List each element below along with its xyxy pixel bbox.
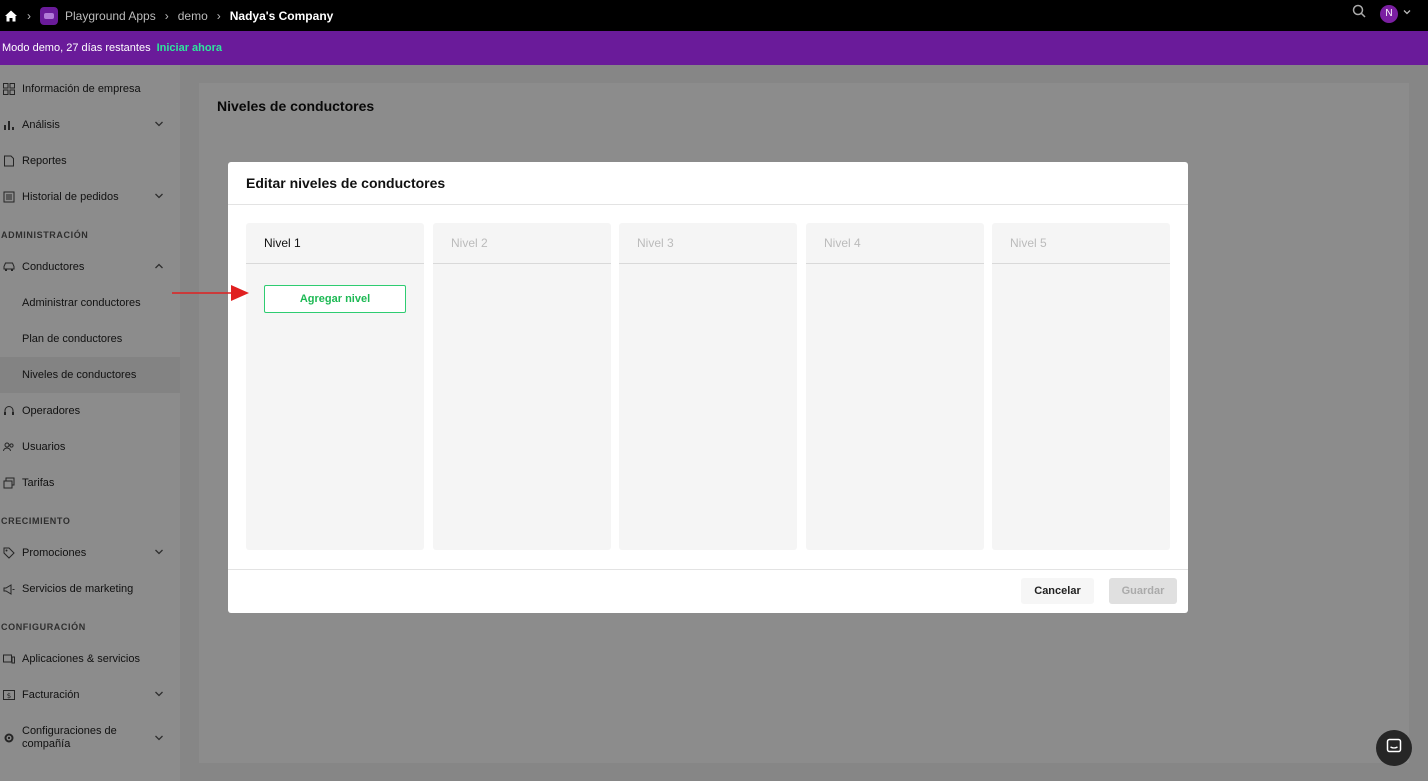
app-logo-icon xyxy=(40,6,58,25)
chat-widget-button[interactable] xyxy=(1376,730,1412,766)
chevron-down-icon[interactable] xyxy=(1402,7,1412,20)
modal-title: Editar niveles de conductores xyxy=(246,175,446,191)
breadcrumb-app[interactable]: Playground Apps xyxy=(65,9,156,23)
demo-text: Modo demo, 27 días restantes xyxy=(2,42,151,54)
level-header: Nivel 5 xyxy=(992,223,1170,264)
divider xyxy=(228,204,1188,205)
start-now-link[interactable]: Iniciar ahora xyxy=(157,42,222,54)
chevron-right-icon: › xyxy=(216,8,221,23)
level-header: Nivel 4 xyxy=(806,223,984,264)
level-column-3: Nivel 3 xyxy=(619,223,797,550)
divider xyxy=(228,569,1188,570)
user-menu[interactable]: N xyxy=(1380,4,1412,23)
topbar-actions: N xyxy=(1352,4,1412,23)
annotation-arrow-icon xyxy=(172,285,249,301)
demo-banner: Modo demo, 27 días restantes Iniciar aho… xyxy=(0,31,1428,65)
level-column-5: Nivel 5 xyxy=(992,223,1170,550)
home-icon[interactable] xyxy=(4,9,18,23)
search-icon[interactable] xyxy=(1352,4,1366,23)
level-header: Nivel 3 xyxy=(619,223,797,264)
level-column-2: Nivel 2 xyxy=(433,223,611,550)
save-button[interactable]: Guardar xyxy=(1109,578,1177,604)
avatar[interactable]: N xyxy=(1380,4,1398,23)
breadcrumb-company[interactable]: Nadya's Company xyxy=(230,9,334,23)
edit-levels-modal: Editar niveles de conductores Nivel 1 Ag… xyxy=(228,162,1188,613)
level-header[interactable]: Nivel 1 xyxy=(246,223,424,264)
cancel-button[interactable]: Cancelar xyxy=(1021,578,1094,604)
chevron-right-icon: › xyxy=(164,8,169,23)
breadcrumb: › Playground Apps › demo › Nadya's Compa… xyxy=(4,6,334,25)
top-bar: › Playground Apps › demo › Nadya's Compa… xyxy=(0,0,1428,31)
chevron-right-icon: › xyxy=(27,8,31,23)
level-column-1: Nivel 1 Agregar nivel xyxy=(246,223,424,550)
chat-icon xyxy=(1386,738,1402,759)
add-level-button[interactable]: Agregar nivel xyxy=(264,285,406,313)
level-header: Nivel 2 xyxy=(433,223,611,264)
breadcrumb-env[interactable]: demo xyxy=(178,9,208,23)
level-column-4: Nivel 4 xyxy=(806,223,984,550)
